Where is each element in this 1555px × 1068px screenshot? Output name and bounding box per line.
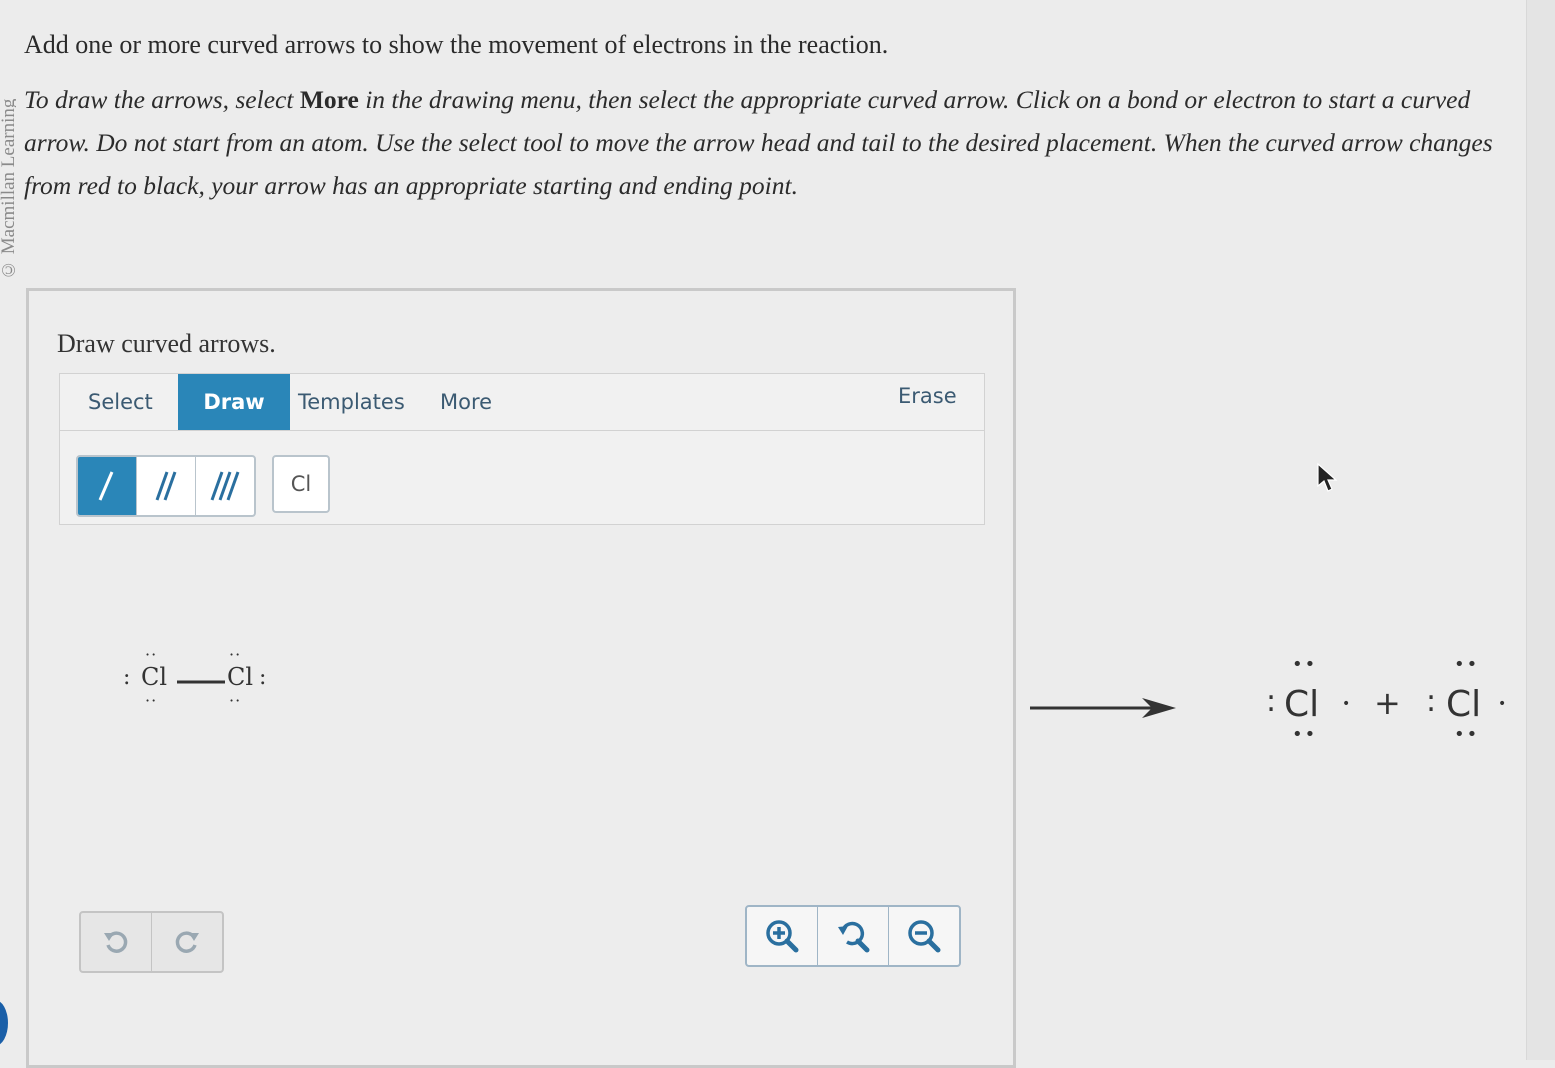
product1-lone-pair-bottom: •• <box>1292 724 1318 745</box>
single-bond-icon <box>98 471 114 501</box>
zoom-in-button[interactable] <box>747 907 818 965</box>
product-cl-radical-1: Cl <box>1284 684 1320 725</box>
instructions-text: To draw the arrows, select More in the d… <box>24 78 1504 207</box>
atom-cl-left[interactable]: Cl <box>141 663 167 691</box>
tab-draw[interactable]: Draw <box>178 374 290 430</box>
undo-icon <box>104 931 128 953</box>
instructions-part-1: To draw the arrows, select <box>24 85 300 114</box>
double-bond-icon <box>155 471 177 501</box>
tab-more[interactable]: More <box>424 374 508 430</box>
product-cl-radical-2: Cl <box>1446 684 1482 725</box>
single-bond-button[interactable] <box>78 457 137 515</box>
zoom-reset-icon <box>838 921 870 953</box>
zoom-out-icon <box>908 920 941 953</box>
lone-pair-right: : <box>259 665 267 690</box>
product2-lone-pair-left: : <box>1426 684 1437 719</box>
reactant-molecule[interactable]: : ·· Cl ·· ·· Cl ·· : <box>119 645 279 721</box>
cursor-icon <box>1317 462 1338 492</box>
atom-cl-right[interactable]: Cl <box>227 663 253 691</box>
lone-pair-bottom-right: ·· <box>229 691 242 710</box>
product2-lone-pair-top: •• <box>1454 654 1480 675</box>
question-text: Add one or more curved arrows to show th… <box>24 30 889 59</box>
erase-button[interactable]: Erase <box>882 368 973 424</box>
cl-cl-bond[interactable] <box>177 679 225 685</box>
lone-pair-left: : <box>123 665 131 690</box>
lone-pair-bottom-left: ·· <box>145 691 158 710</box>
redo-button[interactable] <box>152 913 222 971</box>
atom-cl-button[interactable]: Cl <box>272 455 330 513</box>
copyright-credit: © Macmillan Learning <box>0 98 16 280</box>
triple-bond-button[interactable] <box>196 457 254 515</box>
triple-bond-icon <box>210 471 240 501</box>
double-bond-button[interactable] <box>137 457 196 515</box>
lone-pair-top-right: ·· <box>229 645 242 664</box>
page-right-edge <box>1526 0 1555 1060</box>
instructions-bold-more: More <box>299 85 359 114</box>
history-controls <box>79 911 224 973</box>
undo-button[interactable] <box>81 913 152 971</box>
drawing-panel: Draw curved arrows. Select Draw Template… <box>26 288 1016 1068</box>
product2-lone-pair-bottom: •• <box>1454 724 1480 745</box>
drawing-toolbar: Select Draw Templates More Erase <box>59 373 985 431</box>
bond-tool-group <box>76 455 256 517</box>
zoom-controls <box>745 905 961 967</box>
zoom-out-button[interactable] <box>889 907 959 965</box>
product2-radical-electron: • <box>1498 696 1507 712</box>
product1-lone-pair-top: •• <box>1292 654 1318 675</box>
product1-radical-electron: • <box>1342 696 1351 712</box>
help-tab-edge[interactable] <box>0 1000 8 1046</box>
reaction-arrow-icon <box>1030 698 1176 718</box>
plus-sign: + <box>1374 684 1401 722</box>
products: : •• Cl •• • + : •• Cl •• • <box>1262 654 1522 760</box>
product1-lone-pair-left: : <box>1266 684 1277 719</box>
tab-templates[interactable]: Templates <box>282 374 421 430</box>
zoom-reset-button[interactable] <box>818 907 889 965</box>
tab-select[interactable]: Select <box>72 374 169 430</box>
redo-icon <box>175 931 199 953</box>
draw-subtoolbar: Cl <box>59 431 985 525</box>
zoom-in-icon <box>766 920 799 953</box>
lone-pair-top-left: ·· <box>145 645 158 664</box>
panel-title: Draw curved arrows. <box>57 329 276 358</box>
